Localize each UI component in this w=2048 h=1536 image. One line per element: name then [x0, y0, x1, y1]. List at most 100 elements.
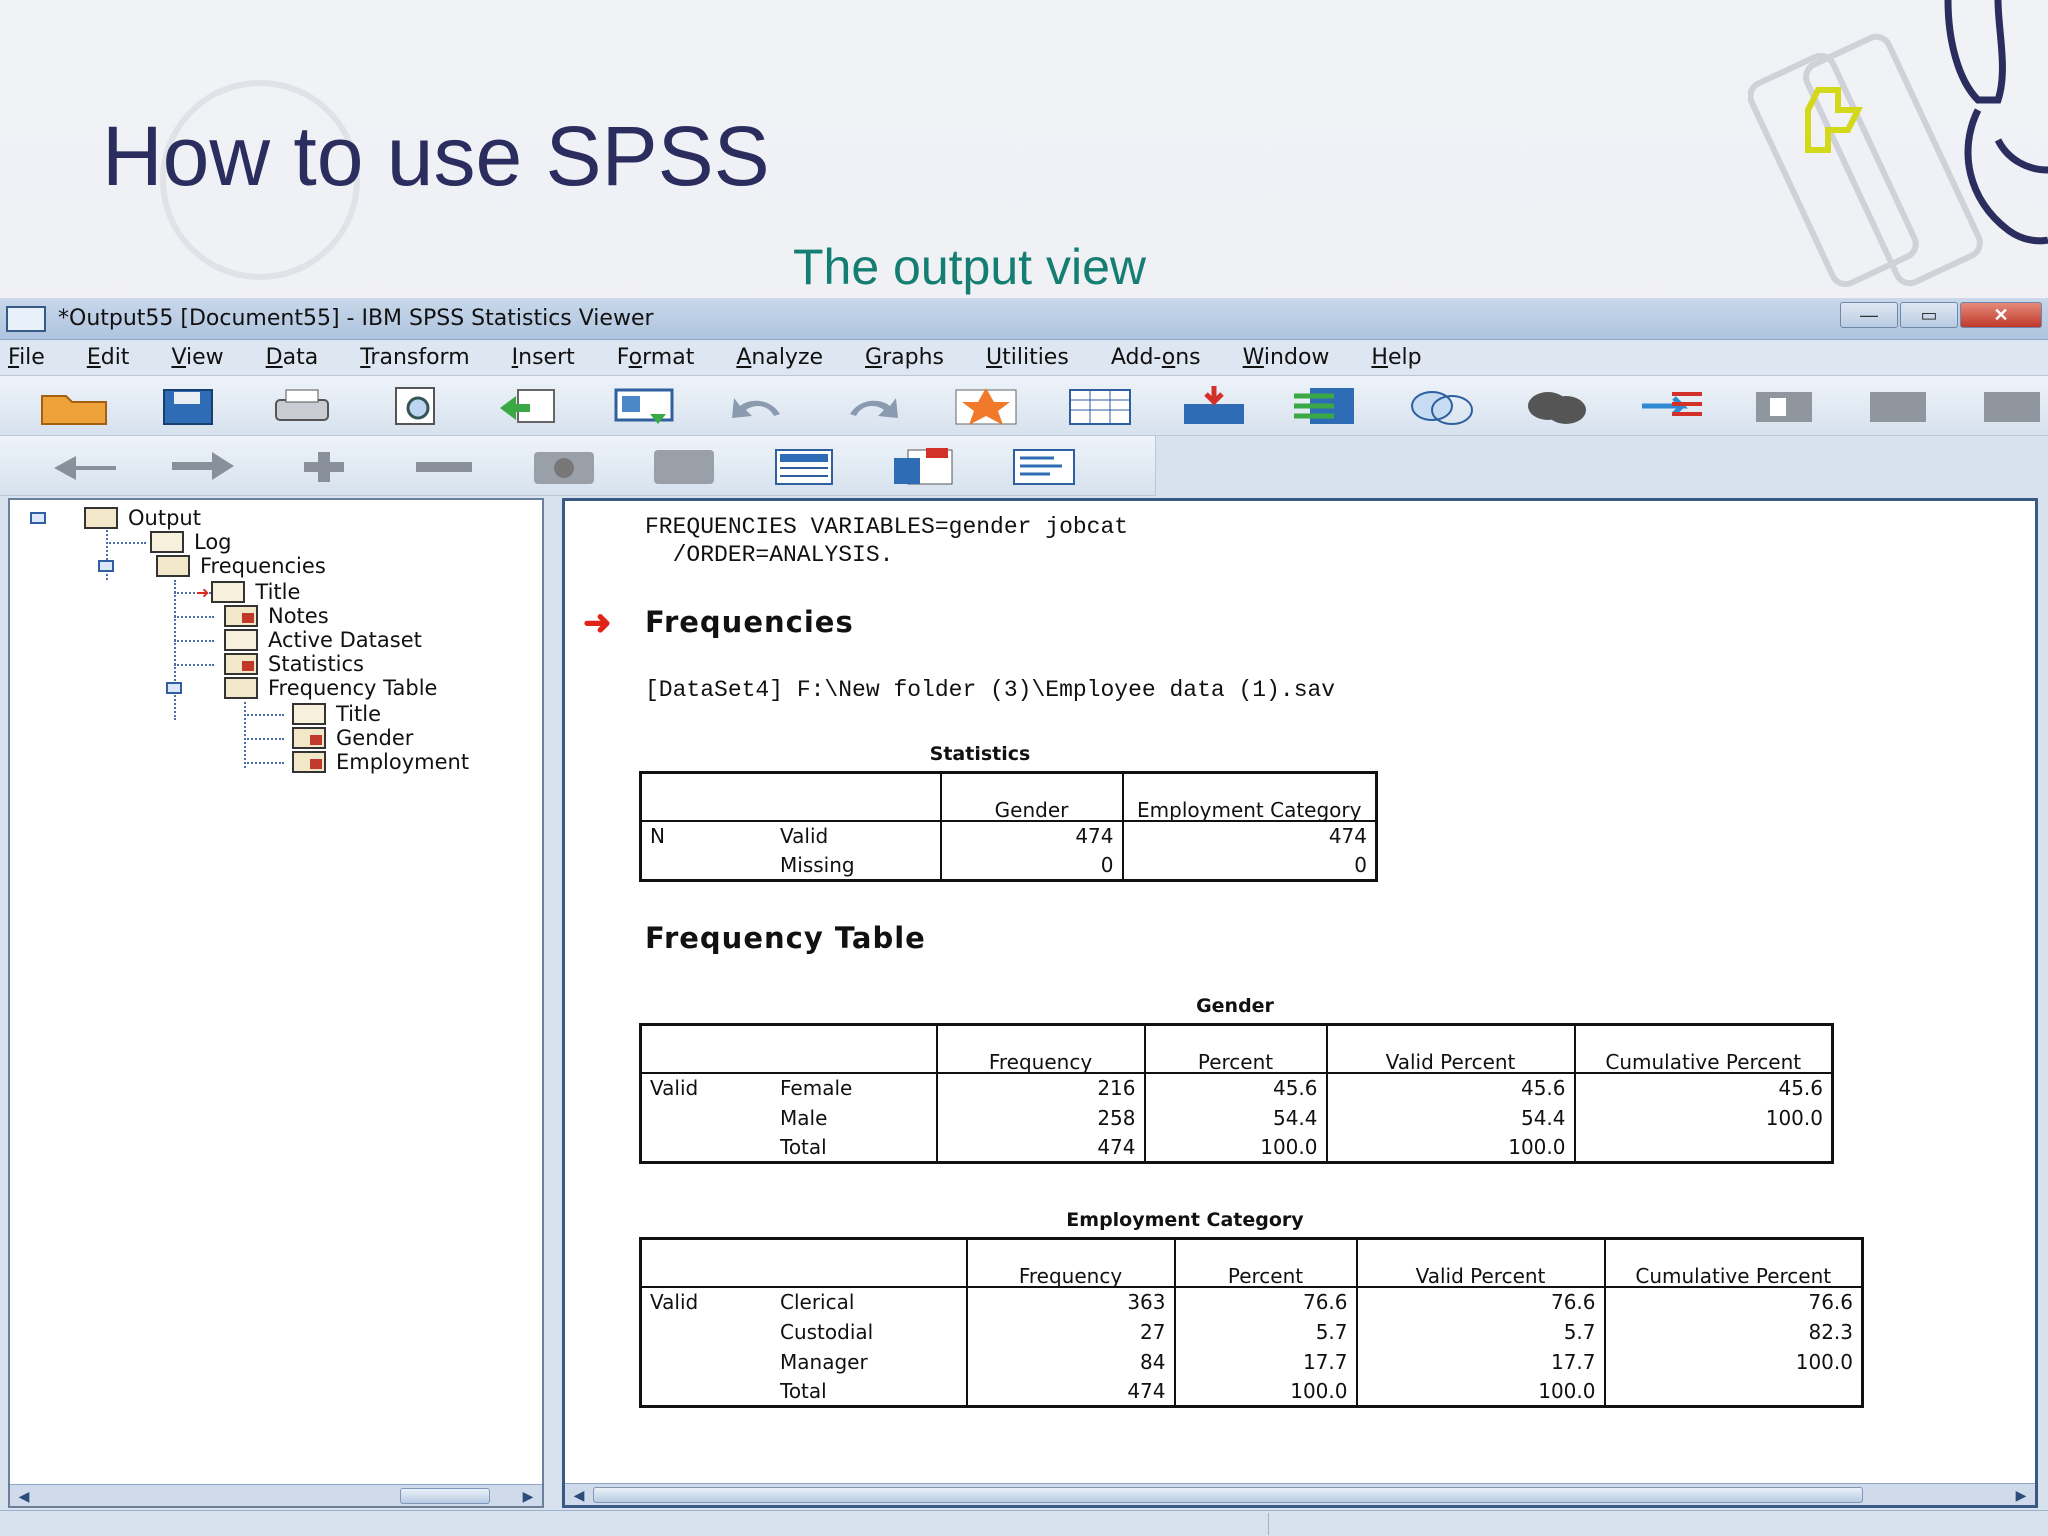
tree-node-label: Title	[336, 702, 382, 726]
minimize-button[interactable]: —	[1840, 302, 1898, 328]
scroll-right-icon[interactable]: ▶	[518, 1486, 538, 1506]
tree-node-frequency-table[interactable]: Frequency Table	[224, 676, 437, 700]
header-percent: Percent	[1173, 1238, 1357, 1288]
menu-window[interactable]: Window	[1243, 345, 1330, 370]
spss-app-icon[interactable]	[6, 305, 46, 332]
gender-table-icon	[292, 727, 326, 749]
variables-button[interactable]	[1290, 384, 1366, 428]
employment-frequency-table[interactable]: Frequency Percent Valid Percent Cumulati…	[639, 1237, 1864, 1408]
tree-node-active-dataset[interactable]: Active Dataset	[224, 628, 422, 652]
window-controls: — ▭ ✕	[1840, 302, 2042, 328]
tree-node-title[interactable]: ➜ Title	[196, 580, 300, 604]
tree-node-label: Notes	[268, 604, 329, 628]
menu-insert[interactable]: Insert	[512, 345, 575, 370]
tree-node-label: Frequency Table	[268, 676, 438, 700]
use-sets-button[interactable]	[1974, 384, 2048, 428]
collapse-output-toggle[interactable]	[30, 512, 46, 524]
print-icon	[275, 389, 329, 421]
log-icon	[150, 531, 184, 553]
goto-variable-button[interactable]	[1176, 384, 1252, 428]
menu-view[interactable]: View	[171, 345, 223, 370]
split-file-button[interactable]	[1518, 384, 1594, 428]
content-horizontal-scrollbar[interactable]: ◀ ▶	[565, 1483, 2035, 1505]
cell-cumulative-percent: 100.0	[1573, 1102, 1833, 1133]
scroll-thumb[interactable]	[593, 1487, 1863, 1503]
show-icon	[534, 451, 594, 484]
tree-node-frequencies[interactable]: Frequencies	[156, 554, 326, 578]
tree-node-employment[interactable]: Employment	[292, 750, 469, 774]
decorative-hand-illustration	[1748, 0, 2048, 288]
menu-transform[interactable]: Transform	[360, 345, 469, 370]
print-preview-button[interactable]	[378, 384, 454, 428]
restore-button[interactable]: ▭	[1900, 302, 1958, 328]
scroll-thumb[interactable]	[400, 1488, 490, 1504]
menu-help[interactable]: Help	[1371, 345, 1421, 370]
menu-analyze[interactable]: Analyze	[736, 345, 823, 370]
value-labels-button[interactable]	[1860, 384, 1936, 428]
goto-data-button[interactable]	[948, 384, 1024, 428]
header-blank	[640, 772, 941, 822]
save-button[interactable]	[150, 384, 226, 428]
outline-horizontal-scrollbar[interactable]: ◀ ▶	[10, 1484, 542, 1506]
menu-file[interactable]: File	[8, 345, 45, 370]
slide-title: How to use SPSS	[102, 109, 770, 203]
demote-button[interactable]	[166, 444, 242, 488]
menu-graphs[interactable]: Graphs	[865, 345, 944, 370]
heading-frequency-table[interactable]: Frequency Table	[645, 921, 926, 955]
show-button[interactable]	[526, 444, 602, 488]
tree-node-statistics[interactable]: Statistics	[224, 652, 364, 676]
insert-cases-icon	[1411, 390, 1473, 425]
insert-heading-button[interactable]	[766, 444, 842, 488]
row-label: Custodial	[780, 1319, 874, 1344]
collapse-frequencies-toggle[interactable]	[98, 560, 114, 572]
tree-node-ft-title[interactable]: Title	[292, 702, 381, 726]
tree-node-log[interactable]: Log	[150, 530, 232, 554]
menu-add-ons[interactable]: Add-ons	[1111, 345, 1201, 370]
cell-percent: 17.7	[1173, 1346, 1357, 1377]
tree-node-output[interactable]: Output	[84, 506, 201, 530]
insert-cases-button[interactable]	[1404, 384, 1480, 428]
menu-data[interactable]: Data	[266, 345, 319, 370]
tree-node-notes[interactable]: Notes	[224, 604, 329, 628]
cell-valid-percent: 100.0	[1355, 1376, 1605, 1407]
title-bar[interactable]: *Output55 [Document55] - IBM SPSS Statis…	[0, 298, 2048, 340]
row-label: Manager	[780, 1349, 868, 1374]
header-cumulative-percent: Cumulative Percent	[1573, 1024, 1833, 1074]
close-button[interactable]: ✕	[1960, 302, 2042, 328]
scroll-right-icon[interactable]: ▶	[2011, 1485, 2031, 1505]
dataset-path: [DataSet4] F:\New folder (3)\Employee da…	[645, 677, 1336, 703]
scroll-left-icon[interactable]: ◀	[569, 1485, 589, 1505]
cell-frequency: 474	[935, 1132, 1145, 1163]
insert-title-button[interactable]	[886, 444, 962, 488]
select-cases-button[interactable]	[1746, 384, 1822, 428]
cell-frequency: 84	[965, 1346, 1175, 1377]
table-row: Valid Clerical 363 76.6 76.6 76.6	[641, 1286, 1863, 1317]
menu-utilities[interactable]: Utilities	[986, 345, 1069, 370]
goto-case-icon	[1069, 388, 1131, 425]
scroll-left-icon[interactable]: ◀	[14, 1486, 34, 1506]
cell-valid-percent: 45.6	[1325, 1072, 1575, 1103]
statistics-table[interactable]: Gender Employment Category N Valid 474 47…	[639, 771, 1378, 882]
recall-dialog-icon	[614, 388, 674, 424]
export-button[interactable]	[492, 384, 568, 428]
recall-dialog-button[interactable]	[606, 384, 682, 428]
menu-format[interactable]: Format	[617, 345, 695, 370]
tree-node-gender[interactable]: Gender	[292, 726, 413, 750]
menu-bar: File Edit View Data Transform Insert Format Ana…	[0, 340, 2048, 376]
insert-text-button[interactable]	[1006, 444, 1082, 488]
heading-frequencies[interactable]: Frequencies	[645, 605, 854, 639]
gender-frequency-table[interactable]: Frequency Percent Valid Percent Cumulati…	[639, 1023, 1834, 1164]
menu-edit[interactable]: Edit	[87, 345, 130, 370]
hide-button[interactable]	[646, 444, 722, 488]
collapse-button[interactable]	[406, 444, 482, 488]
open-folder-button[interactable]	[36, 384, 112, 428]
print-button[interactable]	[264, 384, 340, 428]
expand-button[interactable]	[286, 444, 362, 488]
weight-cases-button[interactable]	[1632, 384, 1708, 428]
undo-button[interactable]	[720, 384, 796, 428]
collapse-frequency-table-toggle[interactable]	[166, 682, 182, 694]
promote-button[interactable]	[46, 444, 122, 488]
redo-button[interactable]	[834, 384, 910, 428]
pane-splitter[interactable]	[546, 498, 560, 1508]
goto-case-button[interactable]	[1062, 384, 1138, 428]
